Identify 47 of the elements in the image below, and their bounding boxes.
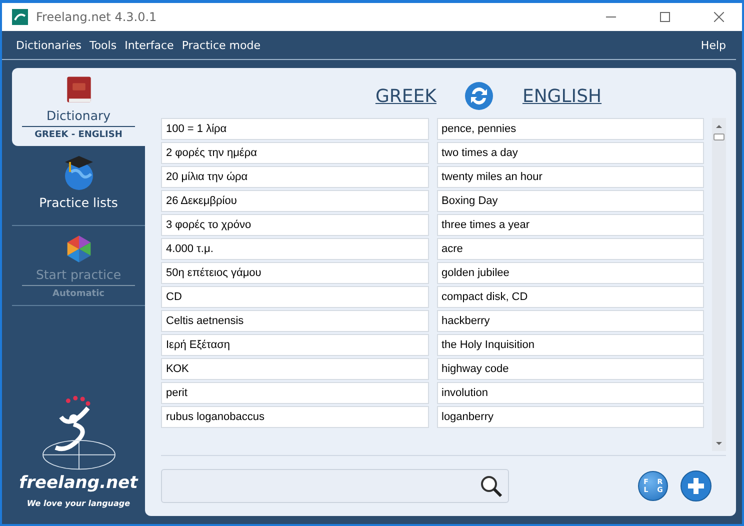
english-entry[interactable]: two times a day [436, 142, 704, 164]
greek-entry[interactable]: ΚΟΚ [161, 358, 428, 380]
english-entry[interactable]: loganberry [436, 406, 704, 428]
english-entry[interactable]: golden jubilee [436, 262, 704, 284]
app-icon [12, 9, 28, 25]
english-entry[interactable]: three times a year [436, 214, 704, 236]
sidebar-item[interactable]: Practice lists [12, 148, 145, 226]
english-entry[interactable]: acre [436, 238, 704, 260]
help-menu[interactable]: Help [700, 38, 726, 52]
english-entry[interactable]: Boxing Day [436, 190, 704, 212]
greek-entry[interactable]: 26 Δεκεμβρίου [161, 190, 428, 212]
english-entry[interactable]: twenty miles an hour [436, 166, 704, 188]
scroll-up-icon[interactable] [713, 122, 725, 142]
window-title: Freelang.net 4.3.0.1 [36, 10, 158, 24]
menu-item[interactable]: Practice mode [182, 38, 260, 52]
search-field[interactable] [161, 469, 509, 503]
source-language[interactable]: GREEK [375, 86, 436, 106]
greek-entry[interactable]: rubus loganobaccus [161, 406, 428, 428]
greek-entry[interactable]: 4.000 τ.μ. [161, 238, 428, 260]
add-icon[interactable] [680, 470, 712, 502]
swap-icon[interactable] [464, 81, 494, 111]
english-entry[interactable]: pence, pennies [436, 118, 704, 140]
english-entry[interactable]: highway code [436, 358, 704, 380]
menu-item[interactable]: Tools [89, 38, 117, 52]
maximize-icon [660, 12, 670, 22]
logo-text: freelang.net [19, 473, 138, 493]
english-entry[interactable]: compact disk, CD [436, 286, 704, 308]
scrollbar[interactable] [712, 118, 726, 451]
english-entry[interactable]: hackberry [436, 310, 704, 332]
greek-entry[interactable]: 100 = 1 λίρα [161, 118, 428, 140]
english-entry[interactable]: the Holy Inquisition [436, 334, 704, 356]
greek-entry[interactable]: CD [161, 286, 428, 308]
menu-item[interactable]: Dictionaries [16, 38, 82, 52]
target-language[interactable]: ENGLISH [522, 86, 602, 106]
greek-entry[interactable]: 20 μίλια την ώρα [161, 166, 428, 188]
greek-entry[interactable]: Celtis aetnensis [161, 310, 428, 332]
greek-entry[interactable]: 50η επέτειος γάμου [161, 262, 428, 284]
greek-entry[interactable]: perit [161, 382, 428, 404]
greek-entry[interactable]: 2 φορές την ημέρα [161, 142, 428, 164]
search-icon[interactable] [478, 473, 504, 499]
english-entry[interactable]: involution [436, 382, 704, 404]
menu-item[interactable]: Interface [124, 38, 174, 52]
close-icon [714, 12, 724, 22]
sidebar-item[interactable]: Dictionary GREEK - ENGLISH [12, 68, 145, 146]
greek-entry[interactable]: Ιερή Εξέταση [161, 334, 428, 356]
greek-entry[interactable]: 3 φορές το χρόνο [161, 214, 428, 236]
tagline: We love your language [26, 499, 130, 508]
